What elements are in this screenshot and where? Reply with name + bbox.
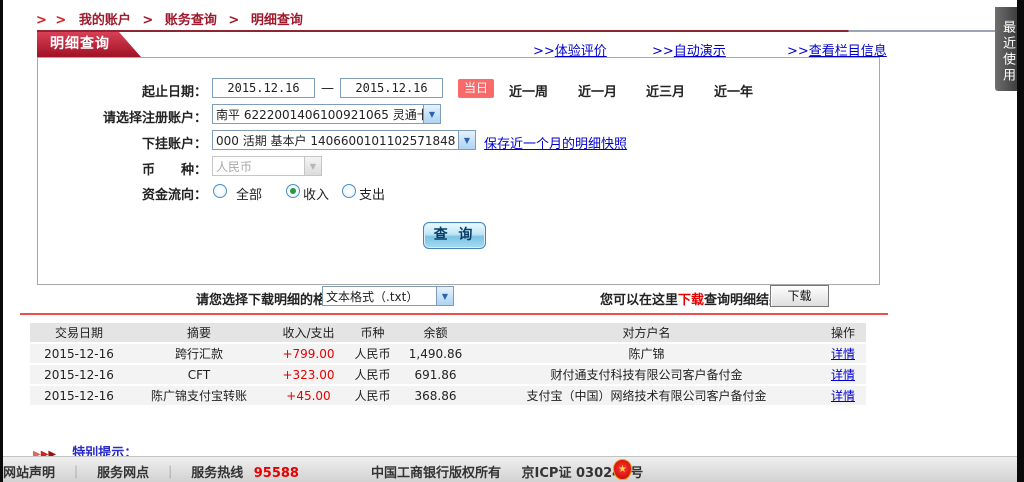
service-hotline-label: 服务热线 <box>191 466 244 481</box>
service-branches-link[interactable]: 服务网点 <box>97 466 149 481</box>
download-format-label: 请您选择下载明细的格式 <box>196 293 340 308</box>
chevron-down-icon: ▼ <box>436 287 453 305</box>
col-currency: 币种 <box>347 323 398 342</box>
currency-label: 币 种： <box>141 163 207 178</box>
chevron-down-icon: ▼ <box>304 157 321 175</box>
icbc-emblem-icon: ★ <box>613 459 632 480</box>
footer-bar: 网站声明 ｜ 服务网点 ｜ 服务热线 95588 中国工商银行版权所有 京ICP… <box>3 456 1017 482</box>
download-format-select[interactable]: 文本格式（.txt） ▼ <box>322 286 454 306</box>
cell-balance: 691.86 <box>398 365 473 384</box>
header-divider <box>37 30 1015 32</box>
cell-counterparty: 财付通支付科技有限公司客户备付金 <box>473 365 820 384</box>
copyright-text: 中国工商银行版权所有 <box>371 466 502 481</box>
icbc-detail-query-page: > > 我的账户 > 账务查询 > 明细查询 明细查询 >>体验评价 >>自动演… <box>0 0 1024 482</box>
detail-link[interactable]: 详情 <box>831 389 855 403</box>
cell-amount: +45.00 <box>270 386 347 405</box>
breadcrumb-separator: > <box>228 13 240 28</box>
currency-select: 人民币 ▼ <box>212 156 322 176</box>
breadcrumb: > > 我的账户 > 账务查询 > 明细查询 <box>36 9 303 28</box>
footer-links: 网站声明 ｜ 服务网点 ｜ 服务热线 95588 <box>3 462 299 481</box>
fund-flow-label: 资金流向： <box>141 188 207 203</box>
date-from-input[interactable]: 2015.12.16 <box>212 78 315 98</box>
detail-link[interactable]: 详情 <box>831 368 855 382</box>
range-last-year-button[interactable]: 近一年 <box>714 81 753 100</box>
window-right-edge <box>1017 0 1024 482</box>
col-amount: 收入/支出 <box>270 323 347 342</box>
chevron-down-icon: ▼ <box>458 131 475 149</box>
query-button[interactable]: 查 询 <box>423 222 486 249</box>
sub-account-select[interactable]: 000 活期 基本户 1406600101102571848 ▼ <box>212 130 476 150</box>
flow-expense-radio[interactable] <box>342 184 356 198</box>
sub-account-label: 下挂账户： <box>141 137 207 152</box>
col-summary: 摘要 <box>128 323 270 342</box>
cell-summary: 跨行汇款 <box>128 344 270 363</box>
registered-account-label: 请选择注册账户： <box>102 111 207 126</box>
transaction-table: 交易日期 摘要 收入/支出 币种 余额 对方户名 操作 2015-12-16 跨… <box>30 321 866 407</box>
table-header-row: 交易日期 摘要 收入/支出 币种 余额 对方户名 操作 <box>30 323 866 342</box>
cell-date: 2015-12-16 <box>30 386 128 405</box>
cell-currency: 人民币 <box>347 386 398 405</box>
table-row: 2015-12-16 CFT +323.00 人民币 691.86 财付通支付科… <box>30 365 866 384</box>
cell-counterparty: 陈广锦 <box>473 344 820 363</box>
range-last-month-button[interactable]: 近一月 <box>578 81 617 100</box>
range-last-3-months-button[interactable]: 近三月 <box>646 81 685 100</box>
breadcrumb-detail-query[interactable]: 明细查询 <box>251 13 303 28</box>
monthly-snapshot-link[interactable]: 保存近一个月的明细快照 <box>484 133 627 152</box>
cell-date: 2015-12-16 <box>30 365 128 384</box>
col-action: 操作 <box>820 323 866 342</box>
footer-separator: ｜ <box>163 466 177 481</box>
date-to-input[interactable]: 2015.12.16 <box>340 78 443 98</box>
col-balance: 余额 <box>398 323 473 342</box>
col-date: 交易日期 <box>30 323 128 342</box>
cell-currency: 人民币 <box>347 344 398 363</box>
download-inline-link[interactable]: 下载 <box>678 293 704 308</box>
breadcrumb-account-query[interactable]: 账务查询 <box>165 13 217 28</box>
cell-date: 2015-12-16 <box>30 344 128 363</box>
today-button[interactable]: 当日 <box>458 79 495 98</box>
breadcrumb-separator: > <box>142 13 154 28</box>
cell-amount: +323.00 <box>270 365 347 384</box>
date-range-label: 起止日期： <box>141 85 207 100</box>
breadcrumb-arrows-icon: > > <box>36 13 69 28</box>
chevron-down-icon: ▼ <box>423 105 440 123</box>
flow-income-radio[interactable] <box>286 184 300 198</box>
cell-balance: 1,490.86 <box>398 344 473 363</box>
flow-all-radio[interactable] <box>213 184 227 198</box>
cell-summary: CFT <box>128 365 270 384</box>
cell-counterparty: 支付宝（中国）网络技术有限公司客户备付金 <box>473 386 820 405</box>
flow-income-label[interactable]: 收入 <box>303 184 329 203</box>
cell-balance: 368.86 <box>398 386 473 405</box>
download-hint: 您可以在这里下载查询明细结果 <box>600 293 783 308</box>
footer-separator: ｜ <box>69 466 83 481</box>
footer-copyright: 中国工商银行版权所有 京ICP证 030247号 <box>371 462 643 481</box>
flow-all-label[interactable]: 全部 <box>236 184 262 203</box>
cell-amount: +799.00 <box>270 344 347 363</box>
table-row: 2015-12-16 陈广锦支付宝转账 +45.00 人民币 368.86 支付… <box>30 386 866 405</box>
hotline-number: 95588 <box>253 466 299 481</box>
range-last-week-button[interactable]: 近一周 <box>509 81 548 100</box>
registered-account-select[interactable]: 南平 6222001406100921065 灵通卡 ▼ <box>212 104 441 124</box>
date-range-dash: — <box>321 81 334 96</box>
section-divider <box>20 313 888 315</box>
detail-link[interactable]: 详情 <box>831 347 855 361</box>
col-counterparty: 对方户名 <box>473 323 820 342</box>
recently-used-tab[interactable]: 最近使用 <box>995 7 1017 91</box>
site-statement-link[interactable]: 网站声明 <box>3 466 55 481</box>
flow-expense-label[interactable]: 支出 <box>359 184 385 203</box>
window-left-edge <box>0 0 3 482</box>
breadcrumb-my-account[interactable]: 我的账户 <box>79 13 131 28</box>
cell-currency: 人民币 <box>347 365 398 384</box>
tab-detail-query[interactable]: 明细查询 <box>37 32 141 57</box>
download-button[interactable]: 下载 <box>770 285 829 307</box>
cell-summary: 陈广锦支付宝转账 <box>128 386 270 405</box>
table-row: 2015-12-16 跨行汇款 +799.00 人民币 1,490.86 陈广锦… <box>30 344 866 363</box>
